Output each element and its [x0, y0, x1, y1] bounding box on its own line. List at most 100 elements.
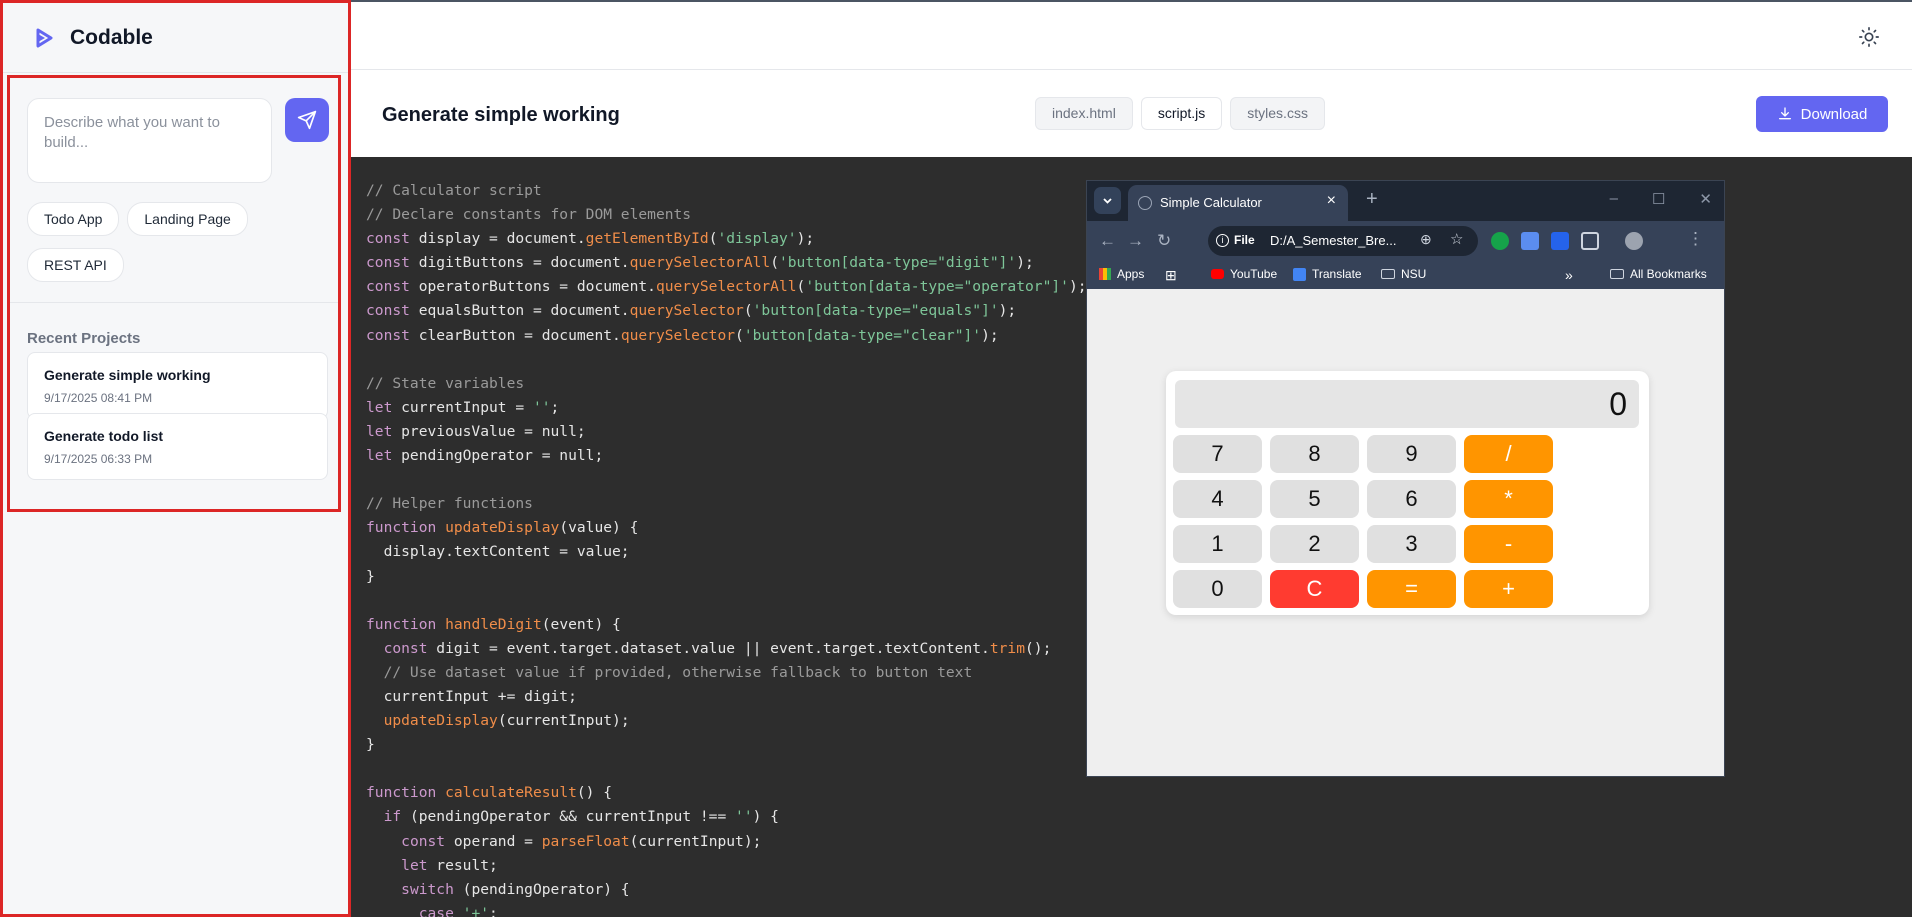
- code-line: }: [366, 736, 375, 754]
- calculator-display: 0: [1175, 380, 1639, 428]
- calc-key[interactable]: 4: [1173, 480, 1262, 518]
- code-line: const clearButton = document.querySelect…: [366, 326, 999, 344]
- forward-icon[interactable]: →: [1127, 231, 1144, 251]
- download-button[interactable]: Download: [1756, 96, 1888, 132]
- browser-tab[interactable]: Simple Calculator ×: [1128, 185, 1348, 221]
- close-window-icon[interactable]: ✕: [1699, 190, 1712, 208]
- calc-key[interactable]: 9: [1367, 435, 1456, 473]
- brand[interactable]: Codable: [3, 3, 348, 73]
- address-bar[interactable]: i File D:/A_Semester_Bre... ⊕ ☆: [1208, 226, 1478, 256]
- all-bookmarks-label: All Bookmarks: [1630, 267, 1707, 281]
- calc-key[interactable]: 0: [1173, 570, 1262, 608]
- reload-icon[interactable]: ↻: [1157, 231, 1171, 251]
- code-line: let previousValue = null;: [366, 422, 586, 440]
- menu-icon[interactable]: ⋮: [1687, 229, 1704, 249]
- editor-header: Generate simple working index.html scrip…: [351, 70, 1912, 157]
- code-line: // State variables: [366, 374, 525, 392]
- chip-landing-page[interactable]: Landing Page: [127, 202, 248, 236]
- bookmark-translate[interactable]: Translate: [1293, 267, 1362, 281]
- browser-window: Simple Calculator × + – ☐ ✕ ← → ↻ i File…: [1086, 180, 1725, 777]
- more-bookmarks-icon[interactable]: »: [1565, 267, 1573, 283]
- code-line: display.textContent = value;: [366, 543, 630, 561]
- minimize-icon[interactable]: –: [1610, 190, 1618, 208]
- browser-tab-title: Simple Calculator: [1160, 195, 1262, 210]
- bookmarks-bar: Apps ⊞ YouTube Translate NSU » All Bookm…: [1087, 261, 1724, 289]
- mail-extension-icon[interactable]: [1521, 232, 1539, 250]
- calc-key[interactable]: =: [1367, 570, 1456, 608]
- window-controls: – ☐ ✕: [1610, 190, 1712, 208]
- back-icon[interactable]: ←: [1099, 231, 1116, 251]
- divider: [10, 302, 338, 303]
- code-line: // Use dataset value if provided, otherw…: [366, 663, 973, 681]
- calc-key[interactable]: 5: [1270, 480, 1359, 518]
- composer-panel: Describe what you want to build... Todo …: [7, 75, 341, 512]
- recent-projects-heading: Recent Projects: [27, 330, 141, 347]
- calc-key[interactable]: 6: [1367, 480, 1456, 518]
- chip-todo-app[interactable]: Todo App: [27, 202, 120, 236]
- code-line: let currentInput = '';: [366, 398, 560, 416]
- code-line: function calculateResult() {: [366, 784, 613, 802]
- tab-groups-icon[interactable]: ⊞: [1165, 267, 1177, 284]
- calc-key[interactable]: 1: [1173, 525, 1262, 563]
- calc-key[interactable]: +: [1464, 570, 1553, 608]
- calc-key[interactable]: -: [1464, 525, 1553, 563]
- tab-script-js[interactable]: script.js: [1140, 97, 1223, 130]
- code-line: // Calculator script: [366, 182, 542, 199]
- project-title: Generate simple working: [44, 367, 211, 383]
- info-icon[interactable]: i: [1216, 234, 1229, 247]
- bookmark-youtube[interactable]: YouTube: [1211, 267, 1277, 281]
- browser-page: 0 7 8 9/4 5 6 * 1 2 3-0 C = +: [1087, 289, 1724, 776]
- project-date: 9/17/2025 08:41 PM: [44, 391, 153, 405]
- folder-icon: [1610, 269, 1624, 279]
- theme-toggle-icon[interactable]: [1858, 26, 1880, 48]
- page-title: Generate simple working: [382, 104, 620, 126]
- send-icon: [297, 110, 317, 130]
- maximize-icon[interactable]: ☐: [1652, 190, 1665, 208]
- bookmark-label: Apps: [1117, 267, 1145, 281]
- bookmark-label: Translate: [1312, 267, 1362, 281]
- prompt-input[interactable]: Describe what you want to build...: [27, 98, 272, 183]
- project-item[interactable]: Generate todo list 9/17/2025 06:33 PM: [27, 413, 328, 480]
- browser-tab-bar: Simple Calculator × + – ☐ ✕: [1087, 181, 1724, 221]
- close-tab-icon[interactable]: ×: [1327, 192, 1336, 210]
- code-line: function handleDigit(event) {: [366, 615, 621, 633]
- tab-search-button[interactable]: [1094, 187, 1121, 214]
- code-line: const operatorButtons = document.querySe…: [366, 278, 1087, 296]
- code-line: const equalsButton = document.querySelec…: [366, 302, 1017, 320]
- calc-key[interactable]: 8: [1270, 435, 1359, 473]
- calc-key[interactable]: 2: [1270, 525, 1359, 563]
- code-line: updateDisplay(currentInput);: [383, 712, 630, 730]
- suggestion-chips: Todo App Landing Page REST API: [27, 202, 327, 294]
- new-tab-icon[interactable]: +: [1366, 188, 1378, 211]
- code-line: let result;: [401, 856, 498, 874]
- apps-grid-icon: [1099, 268, 1111, 280]
- tab-styles-css[interactable]: styles.css: [1230, 97, 1325, 130]
- code-line: function updateDisplay(value) {: [366, 519, 639, 537]
- bookmark-star-icon[interactable]: ☆: [1450, 230, 1463, 248]
- profile-avatar[interactable]: [1625, 232, 1643, 250]
- code-line: const digit = event.target.dataset.value…: [383, 639, 1052, 657]
- top-bar: [351, 0, 1912, 70]
- bookmark-nsu[interactable]: NSU: [1381, 267, 1426, 281]
- grammarly-icon[interactable]: [1491, 232, 1509, 250]
- send-button[interactable]: [285, 98, 329, 142]
- chip-rest-api[interactable]: REST API: [27, 248, 124, 282]
- translate-extension-icon[interactable]: [1551, 232, 1569, 250]
- calc-key[interactable]: 3: [1367, 525, 1456, 563]
- project-item[interactable]: Generate simple working 9/17/2025 08:41 …: [27, 352, 328, 419]
- tab-index-html[interactable]: index.html: [1035, 97, 1133, 130]
- code-line: if (pendingOperator && currentInput !== …: [383, 808, 779, 826]
- zoom-icon[interactable]: ⊕: [1420, 231, 1432, 248]
- calc-key[interactable]: /: [1464, 435, 1553, 473]
- extensions-icon[interactable]: [1581, 232, 1599, 250]
- globe-icon: [1138, 196, 1152, 210]
- code-line: const operand = parseFloat(currentInput)…: [401, 832, 762, 850]
- calc-key[interactable]: C: [1270, 570, 1359, 608]
- bookmark-apps[interactable]: Apps: [1099, 267, 1144, 281]
- calc-key[interactable]: 7: [1173, 435, 1262, 473]
- folder-icon: [1381, 269, 1395, 279]
- code-line: const display = document.getElementById(…: [366, 230, 815, 248]
- browser-toolbar: ← → ↻ i File D:/A_Semester_Bre... ⊕ ☆ ⋮: [1087, 221, 1724, 261]
- all-bookmarks[interactable]: All Bookmarks: [1610, 267, 1707, 281]
- calc-key[interactable]: *: [1464, 480, 1553, 518]
